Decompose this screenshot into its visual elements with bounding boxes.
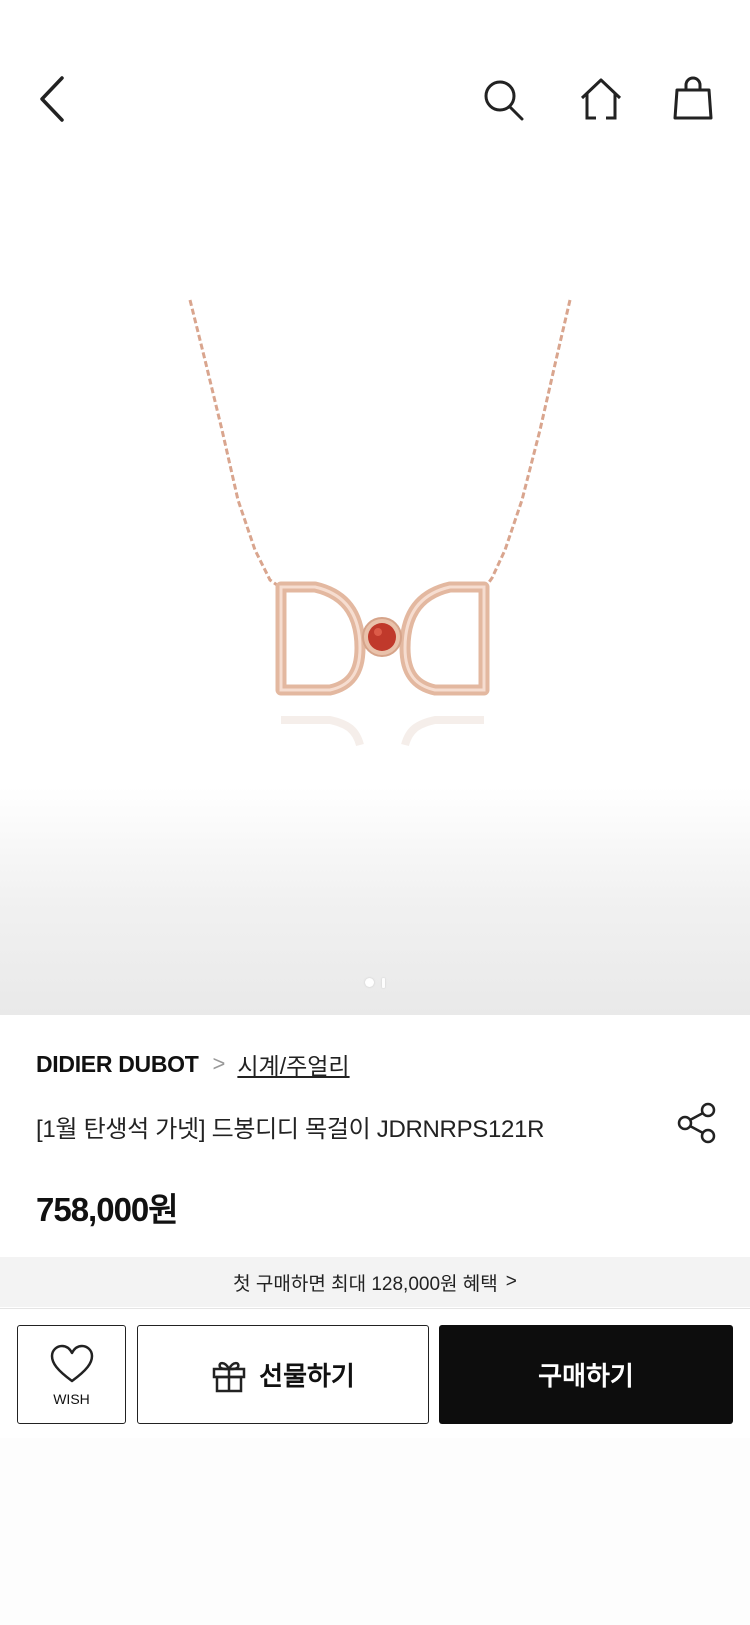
back-arrow-icon[interactable] (32, 74, 72, 124)
breadcrumb: DIDIER DUBOT > 시계/주얼리 (36, 1047, 350, 1081)
brand-name[interactable]: DIDIER DUBOT (36, 1051, 199, 1078)
search-icon[interactable] (482, 78, 528, 124)
gift-label: 선물하기 (259, 1361, 355, 1391)
category-link[interactable]: 시계/주얼리 (237, 1047, 349, 1081)
carousel-indicator (0, 974, 750, 992)
shopping-bag-icon[interactable] (672, 76, 714, 122)
breadcrumb-separator: > (212, 1051, 226, 1076)
heart-icon (50, 1344, 93, 1382)
gift-button[interactable]: 선물하기 (137, 1325, 429, 1424)
product-price: 758,000원 (36, 1191, 179, 1228)
product-image-carousel[interactable] (0, 200, 750, 1015)
bottom-blank-area (0, 1438, 750, 1625)
carousel-dot[interactable] (382, 977, 385, 988)
share-icon[interactable] (676, 1101, 718, 1150)
chevron-right-icon: > (505, 1271, 517, 1292)
gift-icon (212, 1361, 246, 1392)
product-image (188, 299, 572, 747)
buy-button[interactable]: 구매하기 (439, 1325, 733, 1424)
wish-label: WISH (53, 1390, 90, 1407)
buy-label: 구매하기 (538, 1361, 634, 1391)
bottom-action-bar: WISH 선물하기 구매하기 (0, 1308, 750, 1439)
home-icon[interactable] (578, 76, 624, 122)
first-purchase-benefit-banner[interactable]: 첫 구매하면 최대 128,000원 혜택 > (0, 1257, 750, 1307)
carousel-dot-active[interactable] (365, 978, 374, 988)
top-nav-bar (0, 0, 750, 200)
product-title: [1월 탄생석 가넷] 드봉디디 목걸이 JDRNRPS121R (36, 1116, 545, 1143)
wish-button[interactable]: WISH (17, 1325, 126, 1424)
benefit-text: 첫 구매하면 최대 128,000원 혜택 (233, 1273, 498, 1295)
